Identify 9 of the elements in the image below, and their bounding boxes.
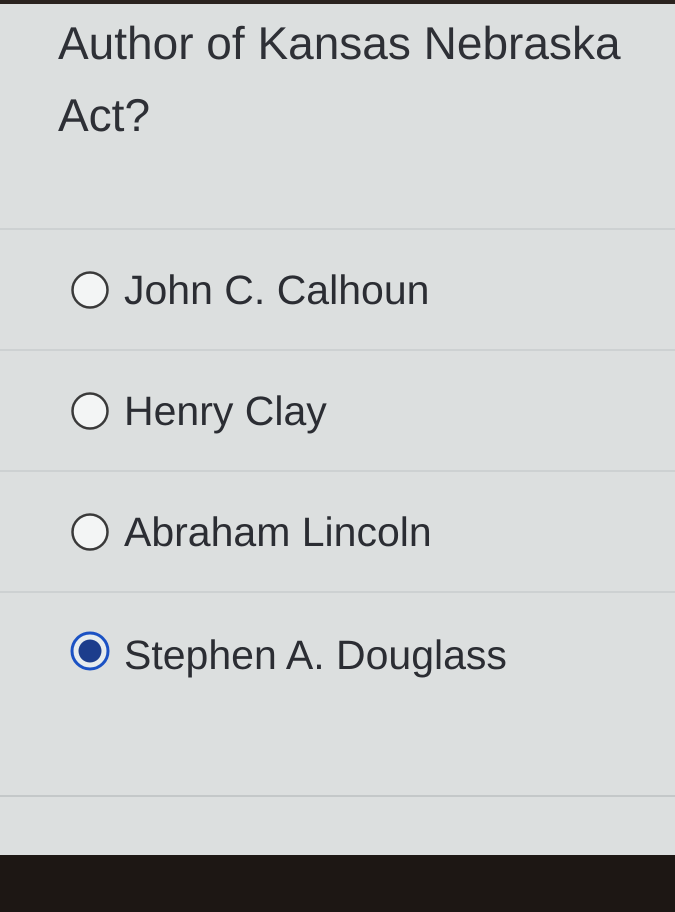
radio-button[interactable]	[70, 391, 110, 431]
option-label[interactable]: Stephen A. Douglass	[124, 631, 507, 679]
option-label[interactable]: Abraham Lincoln	[124, 508, 432, 556]
radio-button[interactable]	[70, 631, 110, 671]
option-label[interactable]: Henry Clay	[124, 387, 327, 435]
option-label[interactable]: John C. Calhoun	[124, 266, 430, 314]
radio-button[interactable]	[70, 270, 110, 310]
radio-button[interactable]	[70, 512, 110, 552]
question-text: Author of Kansas Nebraska Act?	[57, 16, 622, 143]
